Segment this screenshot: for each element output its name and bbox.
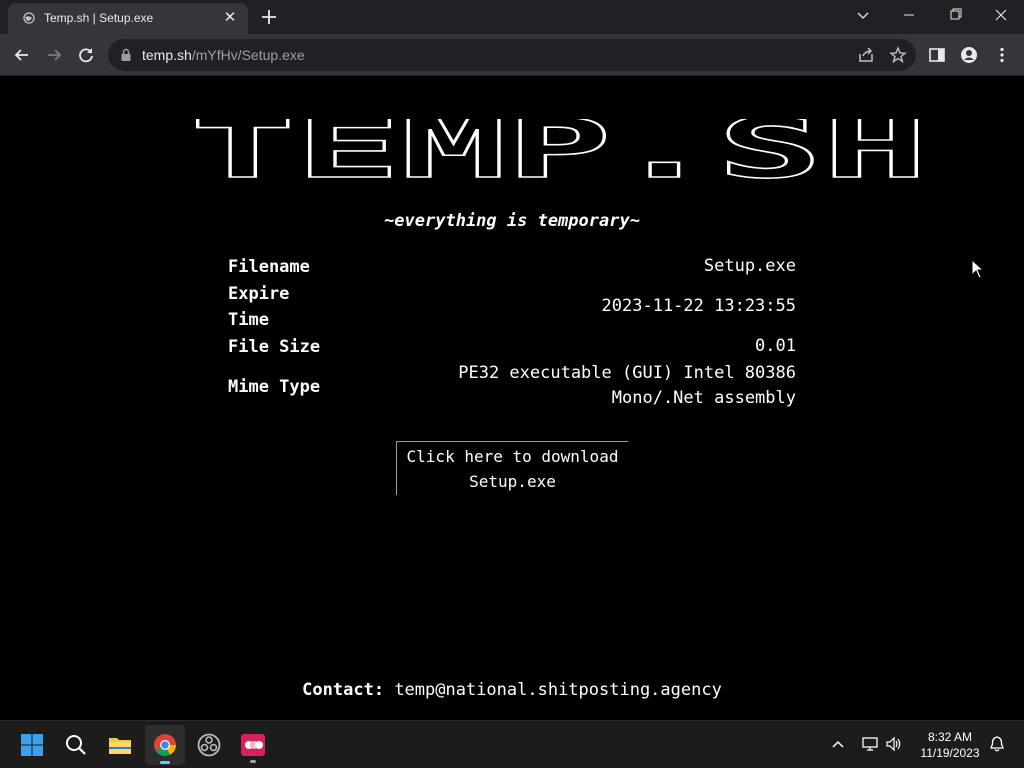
folder-icon [109, 738, 131, 754]
profile-avatar-icon[interactable] [959, 45, 979, 65]
tagline: ~everything is temporary~ [384, 211, 640, 231]
system-clock[interactable]: 8:32 AM 11/19/2023 [912, 729, 988, 761]
show-hidden-icons-chevron-icon[interactable] [829, 735, 847, 753]
site-logo: TEMP.SH [189, 119, 929, 183]
contact-email-link[interactable]: temp@national.shitposting.agency [394, 680, 722, 700]
tab-search-chevron-icon[interactable] [850, 4, 876, 26]
mime-type-value-line1: PE32 executable (GUI) Intel 80386 [458, 363, 796, 383]
media-app-taskbar-button[interactable] [233, 725, 273, 765]
windows-taskbar: 8:32 AM 11/19/2023 [0, 720, 1024, 768]
notification-bell-icon[interactable] [988, 735, 1006, 753]
expire-value: 2023-11-22 13:23:55 [601, 296, 796, 316]
mime-type-value-line2: Mono/.Net assembly [611, 388, 796, 408]
browser-tab-active[interactable]: Temp.sh | Setup.exe ✕ [8, 3, 248, 34]
filename-label: Filename [228, 257, 310, 277]
side-panel-icon[interactable] [927, 45, 947, 65]
reload-icon[interactable] [76, 45, 96, 65]
active-app-indicator [160, 761, 170, 764]
address-bar[interactable]: temp.sh/mYfHv/Setup.exe [108, 39, 916, 71]
minimize-icon[interactable] [896, 4, 922, 26]
mime-type-label: Mime Type [228, 377, 321, 397]
search-icon [66, 735, 86, 755]
download-button-line2: Setup.exe [469, 472, 556, 491]
download-button[interactable]: Click here to download Setup.exe [396, 441, 628, 495]
expire-label-line1: Expire [228, 284, 290, 304]
file-explorer-button[interactable] [100, 725, 140, 765]
logo-text: TEMP.SH [190, 119, 928, 183]
file-size-value: 0.01 [755, 336, 796, 356]
lock-icon[interactable] [120, 48, 132, 62]
browser-title-bar: Temp.sh | Setup.exe ✕ [0, 0, 1024, 34]
new-tab-plus-icon[interactable] [259, 7, 279, 27]
search-button[interactable] [56, 725, 96, 765]
download-button-line1: Click here to download [406, 447, 619, 466]
back-arrow-icon[interactable] [12, 45, 32, 65]
forward-arrow-icon[interactable] [44, 45, 64, 65]
url-text[interactable]: temp.sh/mYfHv/Setup.exe [142, 47, 305, 63]
web-page: TEMP.SH ~everything is temporary~ Filena… [0, 77, 1024, 720]
clock-time: 8:32 AM [927, 730, 973, 744]
contact-label: Contact: [302, 680, 385, 700]
windows-logo-icon [21, 734, 43, 756]
bookmark-star-icon[interactable] [888, 45, 908, 65]
running-app-indicator [250, 760, 256, 763]
file-size-label: File Size [228, 337, 321, 357]
media-app-icon [241, 734, 265, 756]
chrome-icon [154, 734, 176, 756]
close-window-icon[interactable] [988, 4, 1014, 26]
clock-date: 11/19/2023 [920, 746, 980, 760]
share-icon[interactable] [856, 45, 876, 65]
more-menu-icon[interactable] [992, 45, 1012, 65]
filename-value: Setup.exe [703, 256, 796, 276]
tab-title: Temp.sh | Setup.exe [44, 11, 154, 25]
network-icon[interactable] [861, 735, 879, 753]
globe-favicon-icon [23, 12, 35, 24]
url-host: temp.sh [142, 47, 192, 63]
obs-icon [197, 733, 221, 757]
contact-line: Contact: temp@national.shitposting.agenc… [0, 680, 1024, 700]
restore-icon[interactable] [942, 4, 968, 26]
expire-label-line2: Time [228, 310, 269, 330]
volume-icon[interactable] [885, 735, 903, 753]
chrome-taskbar-button[interactable] [145, 725, 185, 765]
browser-toolbar: temp.sh/mYfHv/Setup.exe [0, 34, 1024, 76]
obs-taskbar-button[interactable] [189, 725, 229, 765]
url-path: /mYfHv/Setup.exe [191, 47, 305, 63]
tab-close-icon[interactable]: ✕ [222, 10, 238, 26]
mouse-cursor-icon [971, 259, 985, 279]
start-button[interactable] [12, 725, 52, 765]
